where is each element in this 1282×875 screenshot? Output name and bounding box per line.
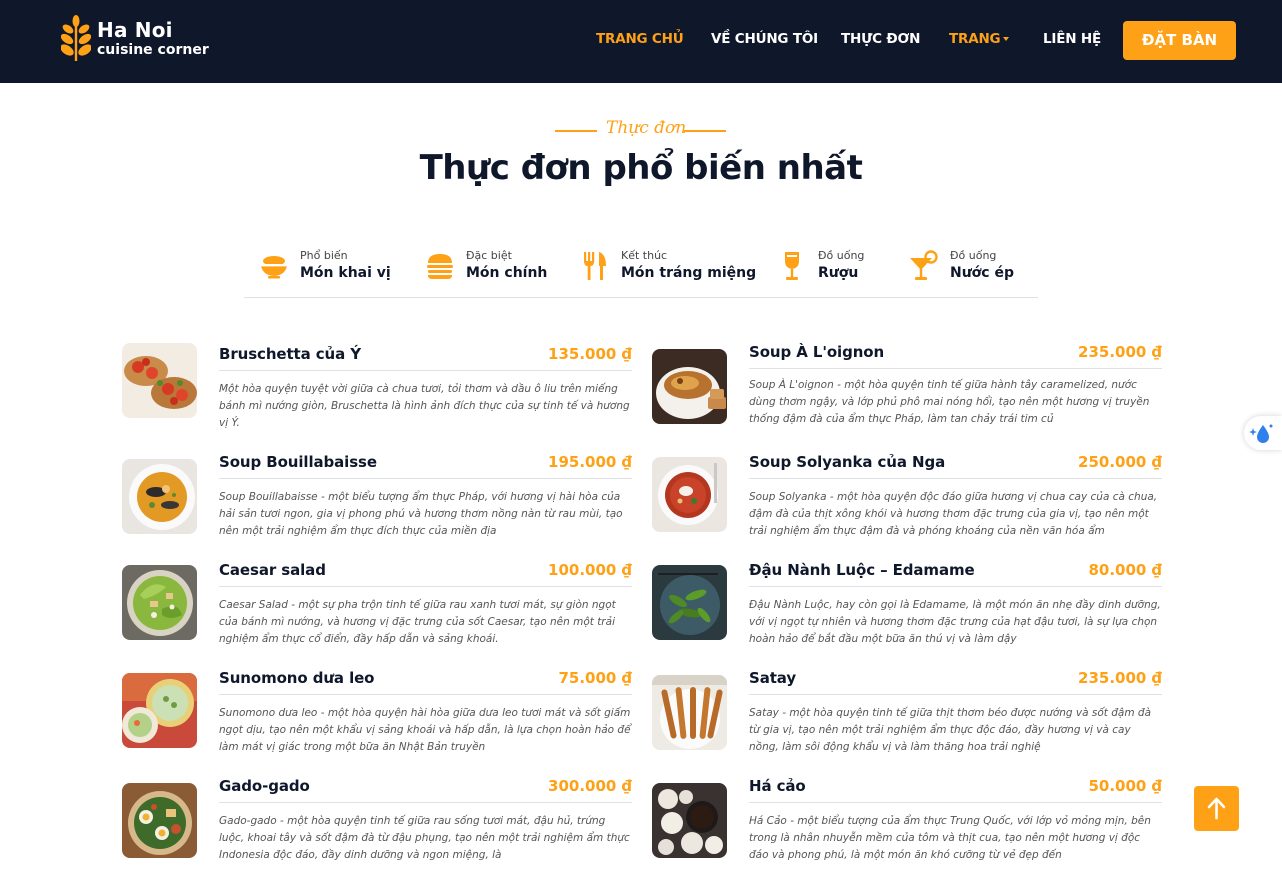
item-divider [749, 368, 1162, 369]
item-price: 250.000 ₫ [1078, 453, 1162, 471]
tab-wine-small: Đồ uống [818, 249, 865, 262]
food-image [652, 675, 727, 750]
item-description: Soup À L'oignon - một hòa quyện tinh tế … [749, 379, 1150, 425]
food-image [122, 673, 197, 748]
item-description: Một hòa quyện tuyệt vời giữa cà chua tươ… [219, 383, 630, 429]
menu-item[interactable]: Soup À L'oignon 235.000 ₫ Soup À L'oigno… [652, 343, 1162, 443]
food-image [122, 783, 197, 858]
food-image [652, 565, 727, 640]
back-to-top-button[interactable] [1194, 786, 1239, 831]
section-tag-text: Thực đơn [606, 118, 687, 138]
item-price: 100.000 ₫ [548, 561, 632, 579]
item-divider [219, 370, 632, 371]
menu-item[interactable]: Há cảo 50.000 ₫ Há Cảo - một biểu tượng … [652, 775, 1162, 875]
item-divider [749, 586, 1162, 587]
tab-juice-small: Đồ uống [950, 249, 997, 262]
item-description: Caesar Salad - một sự pha trộn tinh tế g… [219, 599, 616, 645]
nav-home[interactable]: TRANG CHỦ [596, 31, 684, 47]
caret-down-icon [1003, 37, 1010, 41]
food-image [122, 565, 197, 640]
item-description: Satay - một hòa quyện tinh tế giữa thịt … [749, 707, 1152, 753]
food-image [122, 343, 197, 418]
utensils-icon [584, 252, 606, 280]
menu-item[interactable]: Gado-gado 300.000 ₫ Gado-gado - một hòa … [122, 775, 632, 875]
food-image [652, 783, 727, 858]
item-description: Đậu Nành Luộc, hay còn gọi là Edamame, l… [749, 599, 1161, 645]
navbar: Ha Noi cuisine corner TRANG CHỦ VỀ CHÚNG… [0, 0, 1282, 83]
item-price: 300.000 ₫ [548, 777, 632, 795]
item-price: 75.000 ₫ [558, 669, 632, 687]
tab-dessert-label: Món tráng miệng [621, 265, 757, 281]
item-name: Đậu Nành Luộc – Edamame [749, 561, 975, 579]
item-name: Gado-gado [219, 777, 310, 795]
food-image [652, 457, 727, 532]
menu-item[interactable]: Đậu Nành Luộc – Edamame 80.000 ₫ Đậu Nàn… [652, 559, 1162, 659]
item-description: Soup Solyanka - một hòa quyện độc đáo gi… [749, 491, 1158, 537]
wheat-logo-icon [61, 15, 91, 61]
tag-line-left [555, 130, 597, 132]
item-name: Há cảo [749, 777, 806, 795]
nav-contact[interactable]: LIÊN HỆ [1043, 31, 1101, 47]
food-image [652, 349, 727, 424]
section-tag: Thực đơn [0, 118, 1282, 142]
menu-item[interactable]: Caesar salad 100.000 ₫ Caesar Salad - mộ… [122, 559, 632, 659]
item-divider [219, 694, 632, 695]
arrow-up-icon [1207, 797, 1226, 820]
item-description: Gado-gado - một hòa quyện tinh tế giữa r… [219, 815, 630, 861]
wine-glass-icon [785, 252, 799, 280]
tab-appetizer-small: Phổ biến [300, 249, 348, 262]
tab-dessert-small: Kết thúc [621, 249, 668, 262]
item-name: Soup Bouillabaisse [219, 453, 377, 471]
nav-about[interactable]: VỀ CHÚNG TÔI [711, 31, 818, 47]
item-name: Satay [749, 669, 797, 687]
item-name: Caesar salad [219, 561, 326, 579]
item-description: Sunomono dưa leo - một hòa quyện hài hòa… [219, 707, 631, 753]
item-divider [749, 478, 1162, 479]
item-description: Há Cảo - một biểu tượng của ẩm thực Trun… [749, 815, 1151, 861]
menu-item[interactable]: Bruschetta của Ý 135.000 ₫ Một hòa quyện… [122, 343, 632, 443]
sparkle-drop-icon [1249, 424, 1273, 443]
item-divider [219, 478, 632, 479]
item-price: 135.000 ₫ [548, 345, 632, 363]
item-name: Sunomono dưa leo [219, 669, 375, 687]
tab-juice-label: Nước ép [950, 265, 1014, 281]
item-price: 50.000 ₫ [1088, 777, 1162, 795]
item-price: 195.000 ₫ [548, 453, 632, 471]
item-divider [219, 802, 632, 803]
hamburger-icon [427, 254, 453, 279]
brand-title: Ha Noi [97, 18, 173, 42]
item-description: Soup Bouillabaisse - một biểu tượng ẩm t… [219, 491, 623, 537]
tab-main-course-label: Món chính [466, 265, 548, 281]
accessibility-widget-button[interactable] [1244, 416, 1282, 450]
tab-main-course-small: Đặc biệt [466, 249, 512, 262]
menu-item[interactable]: Satay 235.000 ₫ Satay - một hòa quyện ti… [652, 667, 1162, 767]
section-title: Thực đơn phổ biến nhất [419, 148, 863, 188]
tab-appetizer-label: Món khai vị [300, 265, 391, 281]
nav-pages-label: TRANG [949, 31, 1001, 47]
item-divider [219, 586, 632, 587]
brand-logo[interactable]: Ha Noi cuisine corner [61, 15, 221, 63]
nav-pages-dropdown[interactable]: TRANG [949, 31, 1010, 47]
item-name: Bruschetta của Ý [219, 345, 362, 363]
nav-menu[interactable]: THỰC ĐƠN [841, 31, 920, 47]
item-price: 80.000 ₫ [1088, 561, 1162, 579]
menu-tabs: Phổ biến Món khai vị Đặc biệt Món chính … [244, 236, 1038, 298]
item-name: Soup Solyanka của Nga [749, 453, 946, 471]
menu-item[interactable]: Sunomono dưa leo 75.000 ₫ Sunomono dưa l… [122, 667, 632, 767]
item-name: Soup À L'oignon [749, 343, 885, 361]
item-divider [749, 694, 1162, 695]
menu-item[interactable]: Soup Solyanka của Nga 250.000 ₫ Soup Sol… [652, 451, 1162, 551]
item-price: 235.000 ₫ [1078, 669, 1162, 687]
item-divider [749, 802, 1162, 803]
book-table-button[interactable]: ĐẶT BÀN [1123, 21, 1236, 60]
brand-subtitle: cuisine corner [97, 42, 209, 58]
tab-wine-label: Rượu [818, 265, 859, 281]
item-price: 235.000 ₫ [1078, 343, 1162, 361]
menu-item[interactable]: Soup Bouillabaisse 195.000 ₫ Soup Bouill… [122, 451, 632, 551]
bowl-icon [260, 256, 288, 279]
cocktail-icon [910, 250, 938, 280]
food-image [122, 459, 197, 534]
tag-line-right [684, 130, 726, 132]
